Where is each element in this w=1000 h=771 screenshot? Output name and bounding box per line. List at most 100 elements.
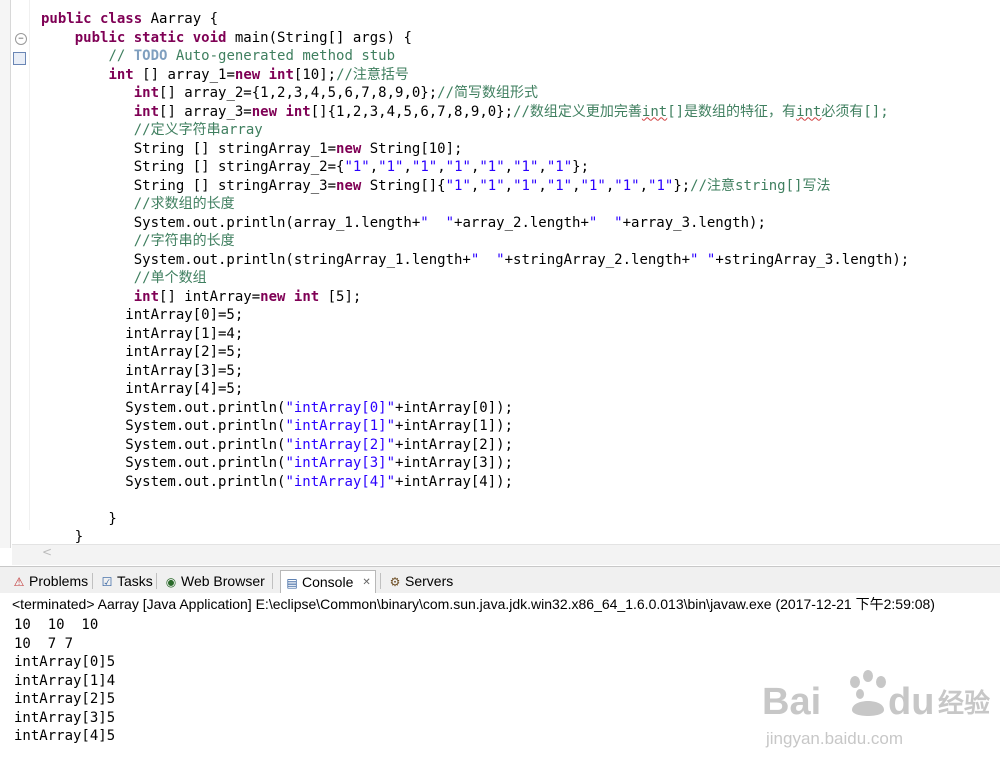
code-token: intArray[2]=5; [41,344,244,360]
code-line[interactable]: intArray[2]=5; [41,343,996,362]
code-token: String [] stringArray_1= [41,140,337,157]
code-line[interactable]: //定义字符串array [41,121,996,140]
code-line[interactable]: } [41,510,996,529]
tab-separator [380,573,381,589]
code-token: String [] stringArray_2={ [41,159,345,175]
console-line: 10 10 10 [14,617,99,633]
code-token: //字符串的长度 [133,233,235,249]
baidu-jingyan-watermark: Bai du 经验 jingyan.baidu.com [762,670,990,748]
code-line[interactable]: public class Aarray { [41,10,996,29]
code-token: [] array_3= [159,103,252,120]
code-line[interactable]: intArray[4]=5; [41,380,996,399]
scroll-left-icon[interactable]: < [42,545,52,559]
code-token: //数组定义更加完善 [513,103,642,120]
code-line[interactable]: System.out.println("intArray[2]"+intArra… [41,436,996,455]
gutter-divider [29,0,30,530]
code-token: }; [572,159,589,175]
code-token: , [369,159,379,175]
code-token: "1" [580,177,606,194]
code-token: Aarray { [150,11,219,27]
tasks-icon: ☑ [101,574,113,589]
code-line[interactable]: System.out.println("intArray[1]"+intArra… [41,417,996,436]
code-token: , [437,159,446,175]
code-line[interactable]: System.out.println(array_1.length+" "+ar… [41,214,996,233]
code-line[interactable]: intArray[1]=4; [41,325,996,344]
code-editor[interactable]: − public class Aarray { public static vo… [0,0,1000,548]
code-token: int [133,288,160,305]
collapse-icon[interactable]: − [15,33,27,45]
code-token: intArray[4]=5; [41,381,244,397]
code-token: "1" [445,177,471,194]
code-line[interactable]: int[] array_2={1,2,3,4,5,6,7,8,9,0};//简写… [41,84,996,103]
console-line: intArray[2]5 [14,691,116,707]
code-line[interactable]: String [] stringArray_3=new String[]{"1"… [41,177,996,196]
code-token: +array_2.length+ [454,214,589,231]
code-line[interactable]: System.out.println("intArray[4]"+intArra… [41,473,996,492]
console-line: intArray[4]5 [14,728,116,744]
code-line[interactable] [41,491,996,510]
code-token: +intArray[0]); [395,399,514,416]
tab-console[interactable]: ▤ Console ✕ [280,570,376,594]
code-token: "1" [344,159,370,175]
code-line[interactable]: System.out.println("intArray[3]"+intArra… [41,454,996,473]
code-token: "1" [614,177,640,194]
code-token: main(String[] args) { [234,29,412,46]
code-line[interactable]: intArray[3]=5; [41,362,996,381]
code-token: public static void [74,29,235,46]
tab-tasks[interactable]: ☑ Tasks [100,571,153,592]
watermark-brand: Bai [762,681,821,723]
code-line[interactable]: int[] intArray=new int [5]; [41,288,996,307]
code-token: "intArray[3]" [285,455,396,471]
code-token: intArray[0]=5; [41,307,244,323]
code-line[interactable]: System.out.println("intArray[0]"+intArra… [41,399,996,418]
close-tab-icon[interactable]: ✕ [362,572,370,593]
tab-separator [92,573,93,589]
code-token: intArray[3]=5; [41,362,244,379]
code-line[interactable]: // TODO Auto-generated method stub [41,47,996,66]
code-token: [] array_1= [133,66,235,83]
code-line[interactable]: //求数组的长度 [41,195,996,214]
tab-servers[interactable]: ⚙ Servers [388,571,454,592]
code-token: public class [41,11,151,27]
code-line[interactable]: //单个数组 [41,269,996,288]
code-token: [10]; [293,66,337,83]
code-token: System.out.println( [41,455,286,471]
tab-label: Web Browser [181,573,265,589]
code-token: , [538,159,547,175]
code-line[interactable]: intArray[0]=5; [41,306,996,325]
code-token: [5]; [319,288,362,305]
code-line[interactable]: System.out.println(stringArray_1.length+… [41,251,996,270]
code-token: String [] stringArray_3= [41,177,337,194]
tab-web-browser[interactable]: ◉ Web Browser [164,571,265,592]
code-token: []是数组的特征，有 [667,103,797,120]
problems-icon: ⚠ [13,574,25,589]
tab-separator [156,573,157,589]
code-token: int [108,66,134,83]
code-token: "1" [479,159,505,175]
code-token: Auto-generated method stub [167,48,396,64]
tab-problems[interactable]: ⚠ Problems [12,571,89,592]
code-line[interactable]: String [] stringArray_2={"1","1","1","1"… [41,158,996,177]
code-line[interactable]: int[] array_3=new int[]{1,2,3,4,5,6,7,8,… [41,103,996,122]
left-panel-strip [0,0,11,548]
code-line[interactable]: //字符串的长度 [41,232,996,251]
code-token: "intArray[2]" [285,436,396,453]
code-token: "1" [546,177,573,194]
console-output[interactable]: 10 10 10 10 7 7 intArray[0]5 intArray[1]4 in… [14,616,115,746]
code-line[interactable]: String [] stringArray_1=new String[10]; [41,140,996,159]
code-token: " " [690,251,716,268]
console-line: 10 7 7 [14,635,74,652]
watermark-cn: 经验 [938,688,990,719]
horizontal-scrollbar[interactable] [12,544,1000,565]
tab-label: Tasks [117,573,153,589]
code-content[interactable]: public class Aarray { public static void… [41,10,996,547]
console-line: intArray[3]5 [14,709,116,726]
code-line[interactable]: public static void main(String[] args) { [41,29,996,48]
code-token: System.out.println(array_1.length+ [41,214,421,231]
code-line[interactable]: int [] array_1=new int[10];//注意括号 [41,66,996,85]
